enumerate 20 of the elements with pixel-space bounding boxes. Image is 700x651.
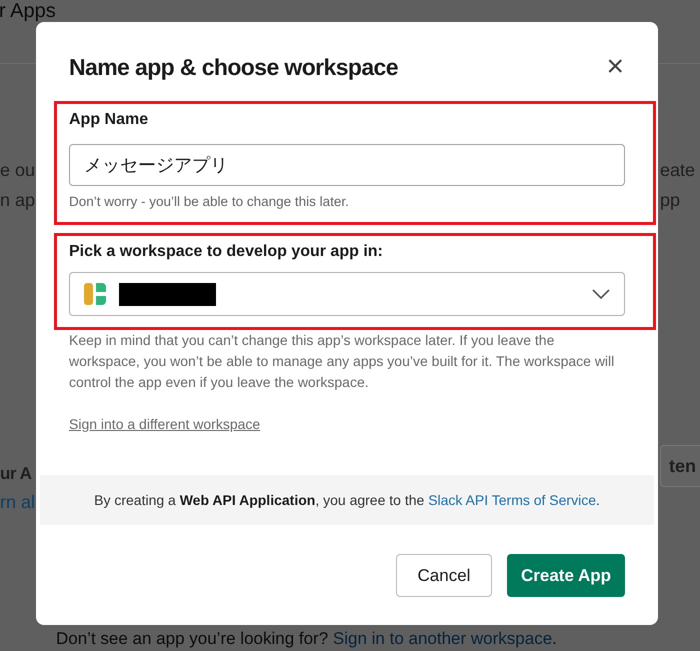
field-label: Pick a workspace to develop your app in: <box>69 242 384 262</box>
hint-text: Don’t worry - you’ll be able to change this later. <box>69 193 350 211</box>
body-text: n ap <box>0 189 36 212</box>
note-text: Keep in mind that you can’t change this app’s workspace later. If you leave the workspace, you won’t be able to manage any apps you’ve built for it. The workspace will control the app even if you leave the workspace. <box>68 331 616 392</box>
workspace-dropdown[interactable] <box>69 272 625 316</box>
body-text: e ou <box>0 159 36 182</box>
body-text: pp <box>660 189 680 212</box>
link[interactable]: Slack API Terms of Service <box>428 492 596 508</box>
body-text: eate <box>660 159 696 182</box>
workspace-logo-icon <box>84 283 106 305</box>
cancel-button[interactable]: Cancel <box>396 554 492 597</box>
terms-text: By creating a Web API Application, you agree to the Slack API Terms of Service. <box>94 492 600 508</box>
chevron-down-icon <box>592 289 610 299</box>
section-heading: ur A <box>0 463 32 485</box>
footer-text: Don’t see an app you’re looking for? Sign in to another workspace. <box>55 628 558 650</box>
button[interactable]: ten <box>660 445 700 487</box>
input-field[interactable]: メッセージアプリ <box>69 144 625 186</box>
create-button[interactable]: Create App <box>507 554 625 597</box>
field-label: App Name <box>69 110 150 130</box>
link[interactable]: Sign into a different workspace <box>69 416 260 432</box>
